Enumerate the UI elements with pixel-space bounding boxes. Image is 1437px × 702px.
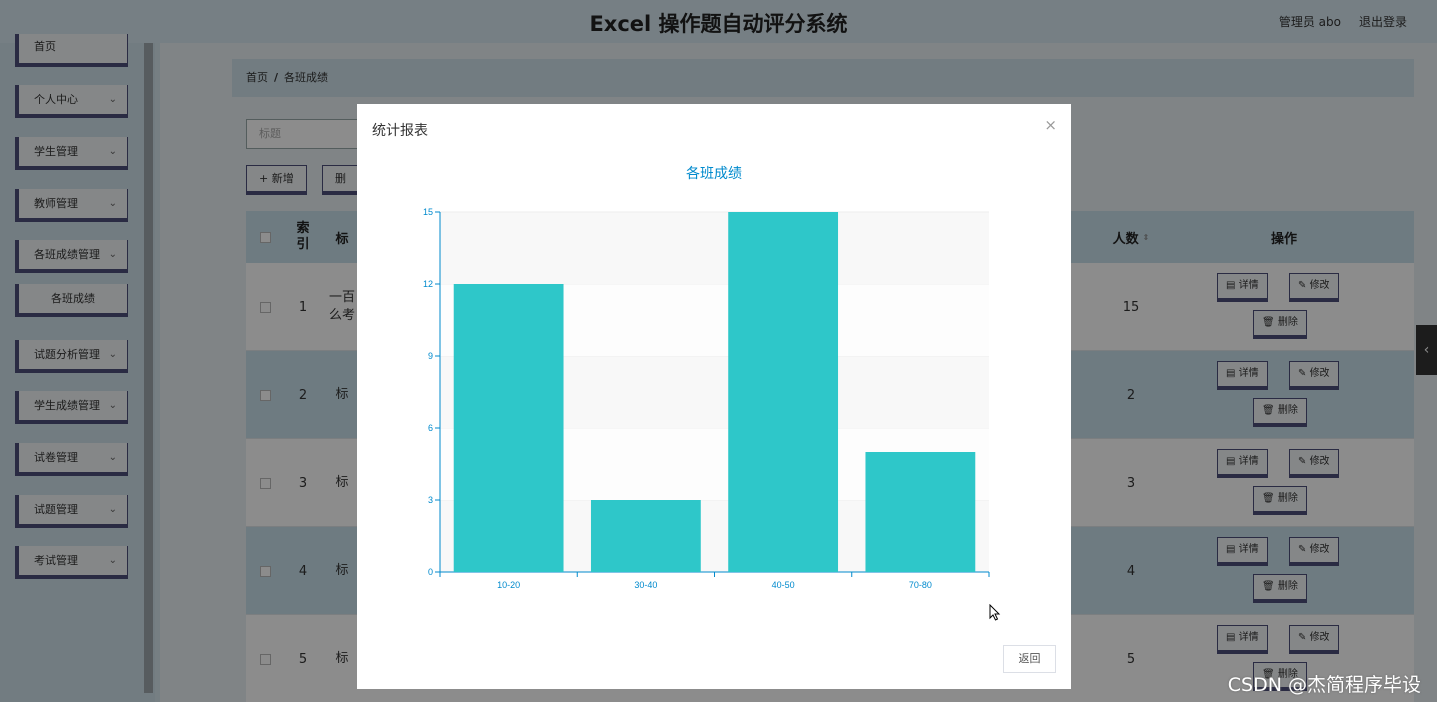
stats-modal: 统计报表 × 各班成绩 0 3 6 9 12 15 10-20 30-40 40-50 70-80 … bbox=[357, 104, 1071, 689]
close-icon[interactable]: × bbox=[1044, 116, 1057, 134]
x-tick-label: 30-40 bbox=[634, 580, 657, 590]
modal-title: 统计报表 bbox=[372, 123, 428, 139]
grid-band bbox=[440, 212, 989, 284]
bar-30-40 bbox=[590, 500, 701, 572]
y-tick-label: 6 bbox=[428, 423, 433, 433]
return-button[interactable]: 返回 bbox=[1003, 645, 1056, 673]
bar-70-80 bbox=[865, 452, 976, 572]
x-tick-label: 10-20 bbox=[497, 580, 520, 590]
y-tick-label: 0 bbox=[428, 567, 433, 577]
y-tick-label: 3 bbox=[428, 495, 433, 505]
x-tick-label: 40-50 bbox=[772, 580, 795, 590]
chart-container: 各班成绩 0 3 6 9 12 15 10-20 30-40 40-50 70-80 bbox=[357, 158, 1071, 598]
bar-40-50 bbox=[728, 212, 839, 572]
y-tick-label: 12 bbox=[423, 279, 433, 289]
mouse-cursor-icon bbox=[989, 604, 1001, 621]
x-tick-label: 70-80 bbox=[909, 580, 932, 590]
bar-chart: 各班成绩 0 3 6 9 12 15 10-20 30-40 40-50 70-80 bbox=[423, 165, 990, 590]
chart-title: 各班成绩 bbox=[686, 165, 742, 181]
bar-10-20 bbox=[453, 284, 564, 572]
y-tick-label: 15 bbox=[423, 207, 433, 217]
watermark: CSDN @杰简程序毕设 bbox=[1227, 674, 1421, 696]
y-tick-label: 9 bbox=[428, 351, 433, 361]
